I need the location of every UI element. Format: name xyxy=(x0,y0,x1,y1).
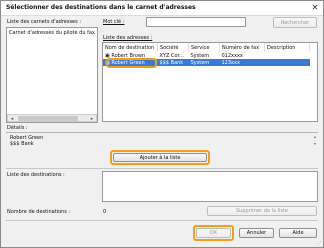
column-header-company[interactable]: Société xyxy=(157,43,189,52)
cell-service: System xyxy=(190,52,210,59)
table-header-row: Nom de destination Société Service Numér… xyxy=(103,43,310,52)
close-icon[interactable]: ✕ xyxy=(310,3,320,12)
delete-from-list-button[interactable]: Supprimer de la liste xyxy=(207,206,317,216)
column-header-service[interactable]: Service xyxy=(188,43,220,52)
address-list-label: Liste des adresses : xyxy=(103,35,153,41)
keyword-label: Mot clé : xyxy=(103,19,125,25)
cell-description xyxy=(264,59,310,66)
resize-grip-icon[interactable]: ⋰ xyxy=(317,241,322,247)
column-header-fax[interactable]: Numéro de fax xyxy=(219,43,265,52)
destinations-label: Liste des destinations : xyxy=(7,172,65,178)
address-books-list[interactable]: Carnet d'adresses du pilote du fax C ◂ ▸ xyxy=(6,27,98,123)
details-scroll-up-icon[interactable]: ▴ xyxy=(314,134,316,139)
keyword-input[interactable] xyxy=(146,17,246,27)
cancel-button[interactable]: Annuler xyxy=(239,228,274,238)
scroll-left-icon[interactable]: ◂ xyxy=(8,115,16,122)
address-books-label: Liste des carnets d'adresses : xyxy=(7,19,82,25)
address-list: Nom de destination Société Service Numér… xyxy=(102,42,318,122)
dialog-title: Sélectionner des destinations dans le ca… xyxy=(6,4,196,11)
title-bar: Sélectionner des destinations dans le ca… xyxy=(1,1,323,16)
scroll-right-icon[interactable]: ▸ xyxy=(88,115,96,122)
selection-highlight xyxy=(106,58,157,68)
cell-company: $$$ Bank xyxy=(157,59,189,66)
cell-fax: 123xxx xyxy=(219,59,265,66)
divider xyxy=(6,168,318,169)
address-book-dialog: Sélectionner des destinations dans le ca… xyxy=(0,0,324,248)
cell-description xyxy=(265,52,310,59)
cell-fax: 012xxxx xyxy=(221,52,243,59)
details-scroll-down-icon[interactable]: ▾ xyxy=(314,141,316,146)
search-button[interactable]: Rechercher xyxy=(273,17,317,28)
count-value: 0 xyxy=(103,209,107,215)
destinations-list[interactable] xyxy=(102,171,318,202)
divider xyxy=(6,220,318,221)
help-button[interactable]: Aide xyxy=(279,228,317,238)
cell-service: System xyxy=(188,59,220,66)
column-header-name[interactable]: Nom de destination xyxy=(103,43,158,52)
column-header-description[interactable]: Description xyxy=(264,43,310,52)
scroll-thumb[interactable] xyxy=(18,116,78,121)
add-to-list-button[interactable]: Ajouter à la liste xyxy=(113,153,207,162)
count-label: Nombre de destinations : xyxy=(7,209,71,215)
address-book-item[interactable]: Carnet d'adresses du pilote du fax C xyxy=(9,30,95,36)
ok-button[interactable]: OK xyxy=(196,228,231,238)
details-panel: Robert Green $$$ Bank ▴ ▾ xyxy=(6,132,318,149)
details-line-company: $$$ Bank xyxy=(10,141,34,147)
cell-company: XYZ Cor... xyxy=(159,52,184,59)
address-books-hscrollbar[interactable]: ◂ ▸ xyxy=(7,114,97,122)
details-label: Détails : xyxy=(7,125,28,131)
